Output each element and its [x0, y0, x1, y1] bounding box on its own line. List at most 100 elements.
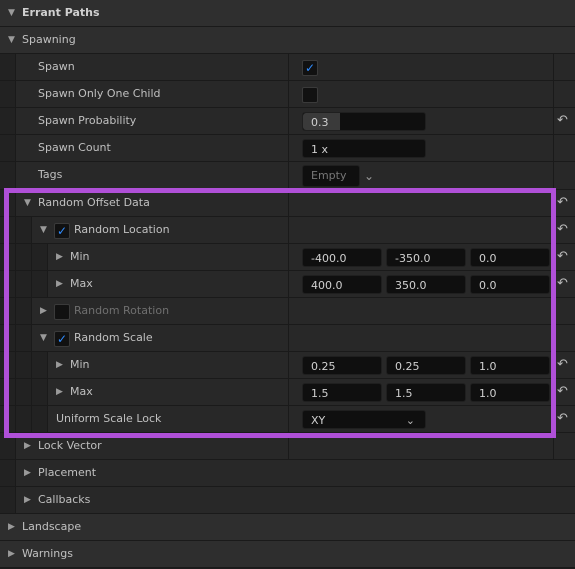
vector-component-x[interactable]: 1.5 — [302, 383, 382, 402]
row-spawn-count: Spawn Count 1 x — [0, 135, 575, 162]
column-divider — [288, 81, 289, 107]
chevron-down-icon[interactable]: ▼ — [40, 217, 47, 243]
row-lock-vector: ▶ Lock Vector — [0, 433, 575, 460]
chevron-down-icon[interactable]: ▼ — [40, 325, 47, 351]
property-label: Spawn Probability — [38, 114, 137, 127]
indent-gutter — [32, 379, 48, 405]
reset-to-default-icon[interactable]: ↶ — [557, 271, 568, 297]
vector-component-x[interactable]: 400.0 — [302, 275, 382, 294]
column-divider — [288, 108, 289, 134]
row-spawning: ▼ Spawning — [0, 27, 575, 54]
indent-gutter — [32, 352, 48, 378]
vector-component-x[interactable]: -400.0 — [302, 248, 382, 267]
indent-gutter — [0, 406, 16, 432]
chevron-right-icon[interactable]: ▶ — [24, 433, 31, 459]
chevron-right-icon[interactable]: ▶ — [24, 487, 31, 513]
row-random-scale: ▼ ✓ Random Scale — [0, 325, 575, 352]
column-divider — [288, 190, 289, 216]
chevron-right-icon[interactable]: ▶ — [56, 352, 63, 378]
indent-gutter — [16, 217, 32, 243]
property-label: Spawn — [38, 60, 75, 73]
checkbox[interactable]: ✓ — [54, 331, 70, 347]
reset-to-default-icon[interactable]: ↶ — [557, 108, 568, 134]
property-label: Spawning — [22, 33, 76, 46]
chevron-down-icon[interactable]: ▼ — [8, 27, 15, 53]
property-label: Warnings — [22, 547, 73, 560]
spawn-probability-slider[interactable]: 0.3 — [302, 112, 426, 131]
property-label: Min — [70, 358, 90, 371]
column-divider — [288, 162, 289, 189]
chevron-right-icon[interactable]: ▶ — [56, 379, 63, 405]
indent-gutter — [16, 298, 32, 324]
vector-component-z[interactable]: 1.0 — [470, 356, 550, 375]
indent-gutter — [0, 162, 16, 189]
reset-to-default-icon[interactable]: ↶ — [557, 244, 568, 270]
vector-component-z[interactable]: 0.0 — [470, 275, 550, 294]
vector-component-y[interactable]: -350.0 — [386, 248, 466, 267]
property-label: Random Offset Data — [38, 196, 150, 209]
spawn-count-input[interactable]: 1 x — [302, 139, 426, 158]
indent-gutter — [0, 108, 16, 134]
row-tags: Tags Empty ⌄ — [0, 162, 575, 190]
vector-component-y[interactable]: 1.5 — [386, 383, 466, 402]
checkbox[interactable] — [54, 304, 70, 320]
column-divider — [288, 217, 289, 243]
reset-column — [553, 162, 575, 189]
property-label: Random Rotation — [74, 304, 170, 317]
property-label: Uniform Scale Lock — [56, 412, 162, 425]
dropdown-value: XY — [311, 414, 326, 427]
indent-gutter — [0, 271, 16, 297]
chevron-down-icon[interactable]: ▼ — [24, 190, 31, 216]
reset-to-default-icon[interactable]: ↶ — [557, 352, 568, 378]
chevron-down-icon[interactable]: ⌄ — [364, 162, 374, 190]
row-random-location: ▼ ✓ Random Location ↶ — [0, 217, 575, 244]
row-errant-paths: ▼ Errant Paths — [0, 0, 575, 27]
vector-component-y[interactable]: 0.25 — [386, 356, 466, 375]
row-min: ▶ Min -400.0 -350.0 0.0 ↶ — [0, 244, 575, 271]
value-checkbox[interactable]: ✓ — [302, 60, 318, 76]
checkbox[interactable]: ✓ — [54, 223, 70, 239]
chevron-right-icon[interactable]: ▶ — [8, 541, 15, 567]
column-divider — [288, 406, 289, 432]
property-label: Placement — [38, 466, 97, 479]
indent-gutter — [0, 352, 16, 378]
indent-gutter — [32, 271, 48, 297]
reset-column — [553, 325, 575, 351]
chevron-down-icon[interactable]: ▼ — [8, 0, 15, 26]
chevron-right-icon[interactable]: ▶ — [56, 271, 63, 297]
row-max: ▶ Max 400.0 350.0 0.0 ↶ — [0, 271, 575, 298]
reset-to-default-icon[interactable]: ↶ — [557, 379, 568, 405]
reset-column — [553, 298, 575, 324]
vector-component-y[interactable]: 350.0 — [386, 275, 466, 294]
indent-gutter — [0, 298, 16, 324]
property-label: Spawn Count — [38, 141, 111, 154]
indent-gutter — [0, 217, 16, 243]
indent-gutter — [0, 460, 16, 486]
tags-field[interactable]: Empty — [302, 165, 360, 187]
row-spawn-probability: Spawn Probability 0.3 ↶ — [0, 108, 575, 135]
chevron-right-icon[interactable]: ▶ — [24, 460, 31, 486]
indent-gutter — [0, 487, 16, 513]
row-spawn-only-one-child: Spawn Only One Child — [0, 81, 575, 108]
chevron-right-icon[interactable]: ▶ — [8, 514, 15, 540]
reset-column — [553, 54, 575, 80]
row-warnings: ▶ Warnings — [0, 541, 575, 568]
vector-component-z[interactable]: 0.0 — [470, 248, 550, 267]
reset-to-default-icon[interactable]: ↶ — [557, 406, 568, 432]
reset-to-default-icon[interactable]: ↶ — [557, 190, 568, 216]
indent-gutter — [0, 325, 16, 351]
row-landscape: ▶ Landscape — [0, 514, 575, 541]
row-placement: ▶ Placement — [0, 460, 575, 487]
column-divider — [288, 379, 289, 405]
chevron-right-icon[interactable]: ▶ — [56, 244, 63, 270]
property-label: Random Location — [74, 223, 170, 236]
vector-component-z[interactable]: 1.0 — [470, 383, 550, 402]
vector-component-x[interactable]: 0.25 — [302, 356, 382, 375]
reset-to-default-icon[interactable]: ↶ — [557, 217, 568, 243]
chevron-right-icon[interactable]: ▶ — [40, 298, 47, 324]
uniform-scale-lock-dropdown[interactable]: XY ⌄ — [302, 410, 426, 429]
row-random-offset-data: ▼ Random Offset Data ↶ — [0, 190, 575, 217]
column-divider — [288, 271, 289, 297]
value-checkbox[interactable] — [302, 87, 318, 103]
property-label: Tags — [38, 168, 63, 181]
